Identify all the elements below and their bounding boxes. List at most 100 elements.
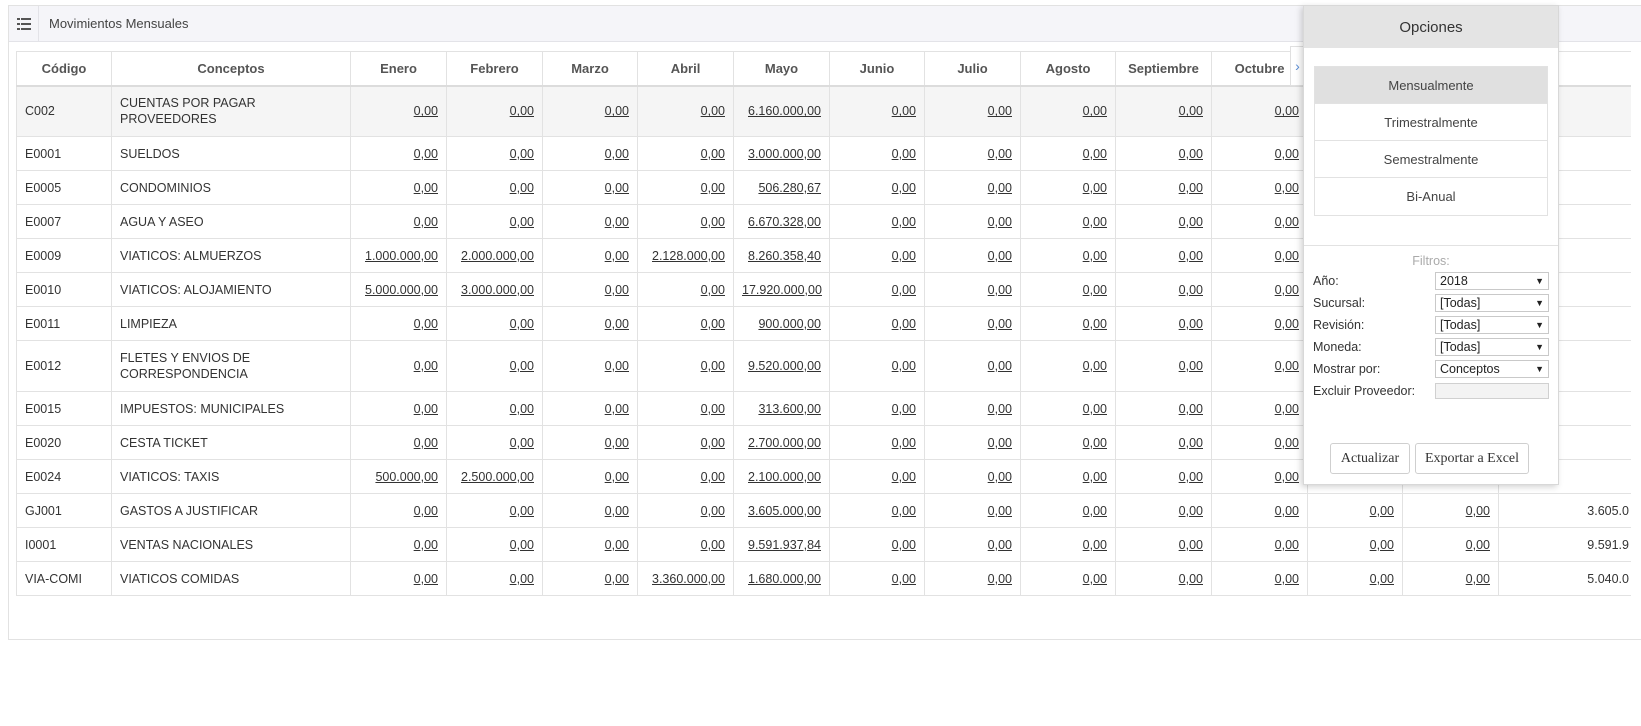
amount-link[interactable]: 0,00 [701, 470, 725, 484]
amount-link[interactable]: 0,00 [1179, 249, 1203, 263]
amount-link[interactable]: 0,00 [1083, 283, 1107, 297]
amount-link[interactable]: 0,00 [414, 538, 438, 552]
amount-link[interactable]: 0,00 [1275, 538, 1299, 552]
amount-link[interactable]: 0,00 [1179, 504, 1203, 518]
amount-link[interactable]: 0,00 [1083, 572, 1107, 586]
amount-link[interactable]: 0,00 [988, 504, 1012, 518]
amount-link[interactable]: 2.700.000,00 [748, 436, 821, 450]
amount-link[interactable]: 0,00 [892, 504, 916, 518]
amount-link[interactable]: 0,00 [892, 104, 916, 118]
amount-link[interactable]: 0,00 [1083, 359, 1107, 373]
amount-link[interactable]: 0,00 [892, 215, 916, 229]
expand-panel-tab[interactable]: › [1290, 46, 1304, 86]
amount-link[interactable]: 3.000.000,00 [461, 283, 534, 297]
amount-link[interactable]: 0,00 [1179, 215, 1203, 229]
amount-link[interactable]: 0,00 [510, 147, 534, 161]
amount-link[interactable]: 0,00 [510, 181, 534, 195]
amount-link[interactable]: 0,00 [1083, 249, 1107, 263]
amount-link[interactable]: 0,00 [892, 147, 916, 161]
amount-link[interactable]: 0,00 [988, 215, 1012, 229]
amount-link[interactable]: 0,00 [605, 249, 629, 263]
filter-select[interactable]: [Todas] ▼ [1435, 338, 1549, 356]
amount-link[interactable]: 0,00 [701, 538, 725, 552]
amount-link[interactable]: 0,00 [988, 470, 1012, 484]
amount-link[interactable]: 0,00 [988, 359, 1012, 373]
amount-link[interactable]: 6.160.000,00 [748, 104, 821, 118]
amount-link[interactable]: 900.000,00 [758, 317, 821, 331]
amount-link[interactable]: 0,00 [1275, 317, 1299, 331]
amount-link[interactable]: 0,00 [414, 104, 438, 118]
amount-link[interactable]: 0,00 [1275, 181, 1299, 195]
amount-link[interactable]: 0,00 [892, 572, 916, 586]
amount-link[interactable]: 5.000.000,00 [365, 283, 438, 297]
amount-link[interactable]: 0,00 [605, 538, 629, 552]
period-option[interactable]: Mensualmente [1315, 67, 1547, 104]
amount-link[interactable]: 0,00 [892, 317, 916, 331]
filter-select[interactable]: [Todas] ▼ [1435, 294, 1549, 312]
amount-link[interactable]: 0,00 [510, 359, 534, 373]
amount-link[interactable]: 0,00 [414, 504, 438, 518]
amount-link[interactable]: 0,00 [988, 147, 1012, 161]
amount-link[interactable]: 0,00 [892, 436, 916, 450]
amount-link[interactable]: 0,00 [605, 470, 629, 484]
amount-link[interactable]: 0,00 [1179, 436, 1203, 450]
update-button[interactable]: Actualizar [1330, 443, 1410, 474]
list-menu-button[interactable] [9, 5, 39, 42]
exclude-supplier-input[interactable] [1435, 383, 1549, 399]
amount-link[interactable]: 1.680.000,00 [748, 572, 821, 586]
amount-link[interactable]: 0,00 [1083, 402, 1107, 416]
amount-link[interactable]: 0,00 [1179, 538, 1203, 552]
amount-link[interactable]: 0,00 [1370, 572, 1394, 586]
amount-link[interactable]: 0,00 [414, 317, 438, 331]
amount-link[interactable]: 0,00 [701, 147, 725, 161]
amount-link[interactable]: 0,00 [892, 283, 916, 297]
amount-link[interactable]: 2.128.000,00 [652, 249, 725, 263]
amount-link[interactable]: 0,00 [414, 181, 438, 195]
amount-link[interactable]: 0,00 [605, 181, 629, 195]
period-option[interactable]: Semestralmente [1315, 141, 1547, 178]
amount-link[interactable]: 0,00 [605, 359, 629, 373]
amount-link[interactable]: 0,00 [605, 147, 629, 161]
amount-link[interactable]: 0,00 [988, 572, 1012, 586]
amount-link[interactable]: 0,00 [414, 572, 438, 586]
amount-link[interactable]: 0,00 [892, 181, 916, 195]
amount-link[interactable]: 0,00 [414, 359, 438, 373]
amount-link[interactable]: 0,00 [414, 147, 438, 161]
amount-link[interactable]: 0,00 [1275, 436, 1299, 450]
amount-link[interactable]: 3.000.000,00 [748, 147, 821, 161]
amount-link[interactable]: 0,00 [892, 359, 916, 373]
amount-link[interactable]: 0,00 [605, 436, 629, 450]
amount-link[interactable]: 0,00 [701, 181, 725, 195]
amount-link[interactable]: 0,00 [1083, 504, 1107, 518]
amount-link[interactable]: 0,00 [1275, 470, 1299, 484]
amount-link[interactable]: 0,00 [1275, 572, 1299, 586]
amount-link[interactable]: 0,00 [1466, 572, 1490, 586]
amount-link[interactable]: 0,00 [1275, 104, 1299, 118]
amount-link[interactable]: 0,00 [1179, 359, 1203, 373]
amount-link[interactable]: 0,00 [510, 504, 534, 518]
amount-link[interactable]: 0,00 [701, 283, 725, 297]
export-excel-button[interactable]: Exportar a Excel [1415, 443, 1529, 474]
amount-link[interactable]: 0,00 [701, 402, 725, 416]
amount-link[interactable]: 9.591.937,84 [748, 538, 821, 552]
amount-link[interactable]: 0,00 [1083, 215, 1107, 229]
amount-link[interactable]: 0,00 [1179, 317, 1203, 331]
amount-link[interactable]: 0,00 [988, 317, 1012, 331]
amount-link[interactable]: 0,00 [1179, 402, 1203, 416]
amount-link[interactable]: 0,00 [1466, 538, 1490, 552]
amount-link[interactable]: 0,00 [892, 538, 916, 552]
amount-link[interactable]: 0,00 [701, 317, 725, 331]
amount-link[interactable]: 2.000.000,00 [461, 249, 534, 263]
amount-link[interactable]: 0,00 [605, 283, 629, 297]
amount-link[interactable]: 0,00 [605, 402, 629, 416]
amount-link[interactable]: 0,00 [988, 283, 1012, 297]
amount-link[interactable]: 1.000.000,00 [365, 249, 438, 263]
amount-link[interactable]: 0,00 [1275, 402, 1299, 416]
amount-link[interactable]: 0,00 [1275, 283, 1299, 297]
amount-link[interactable]: 0,00 [510, 317, 534, 331]
period-option[interactable]: Bi-Anual [1315, 178, 1547, 215]
amount-link[interactable]: 0,00 [510, 402, 534, 416]
amount-link[interactable]: 0,00 [1466, 504, 1490, 518]
amount-link[interactable]: 8.260.358,40 [748, 249, 821, 263]
period-option[interactable]: Trimestralmente [1315, 104, 1547, 141]
